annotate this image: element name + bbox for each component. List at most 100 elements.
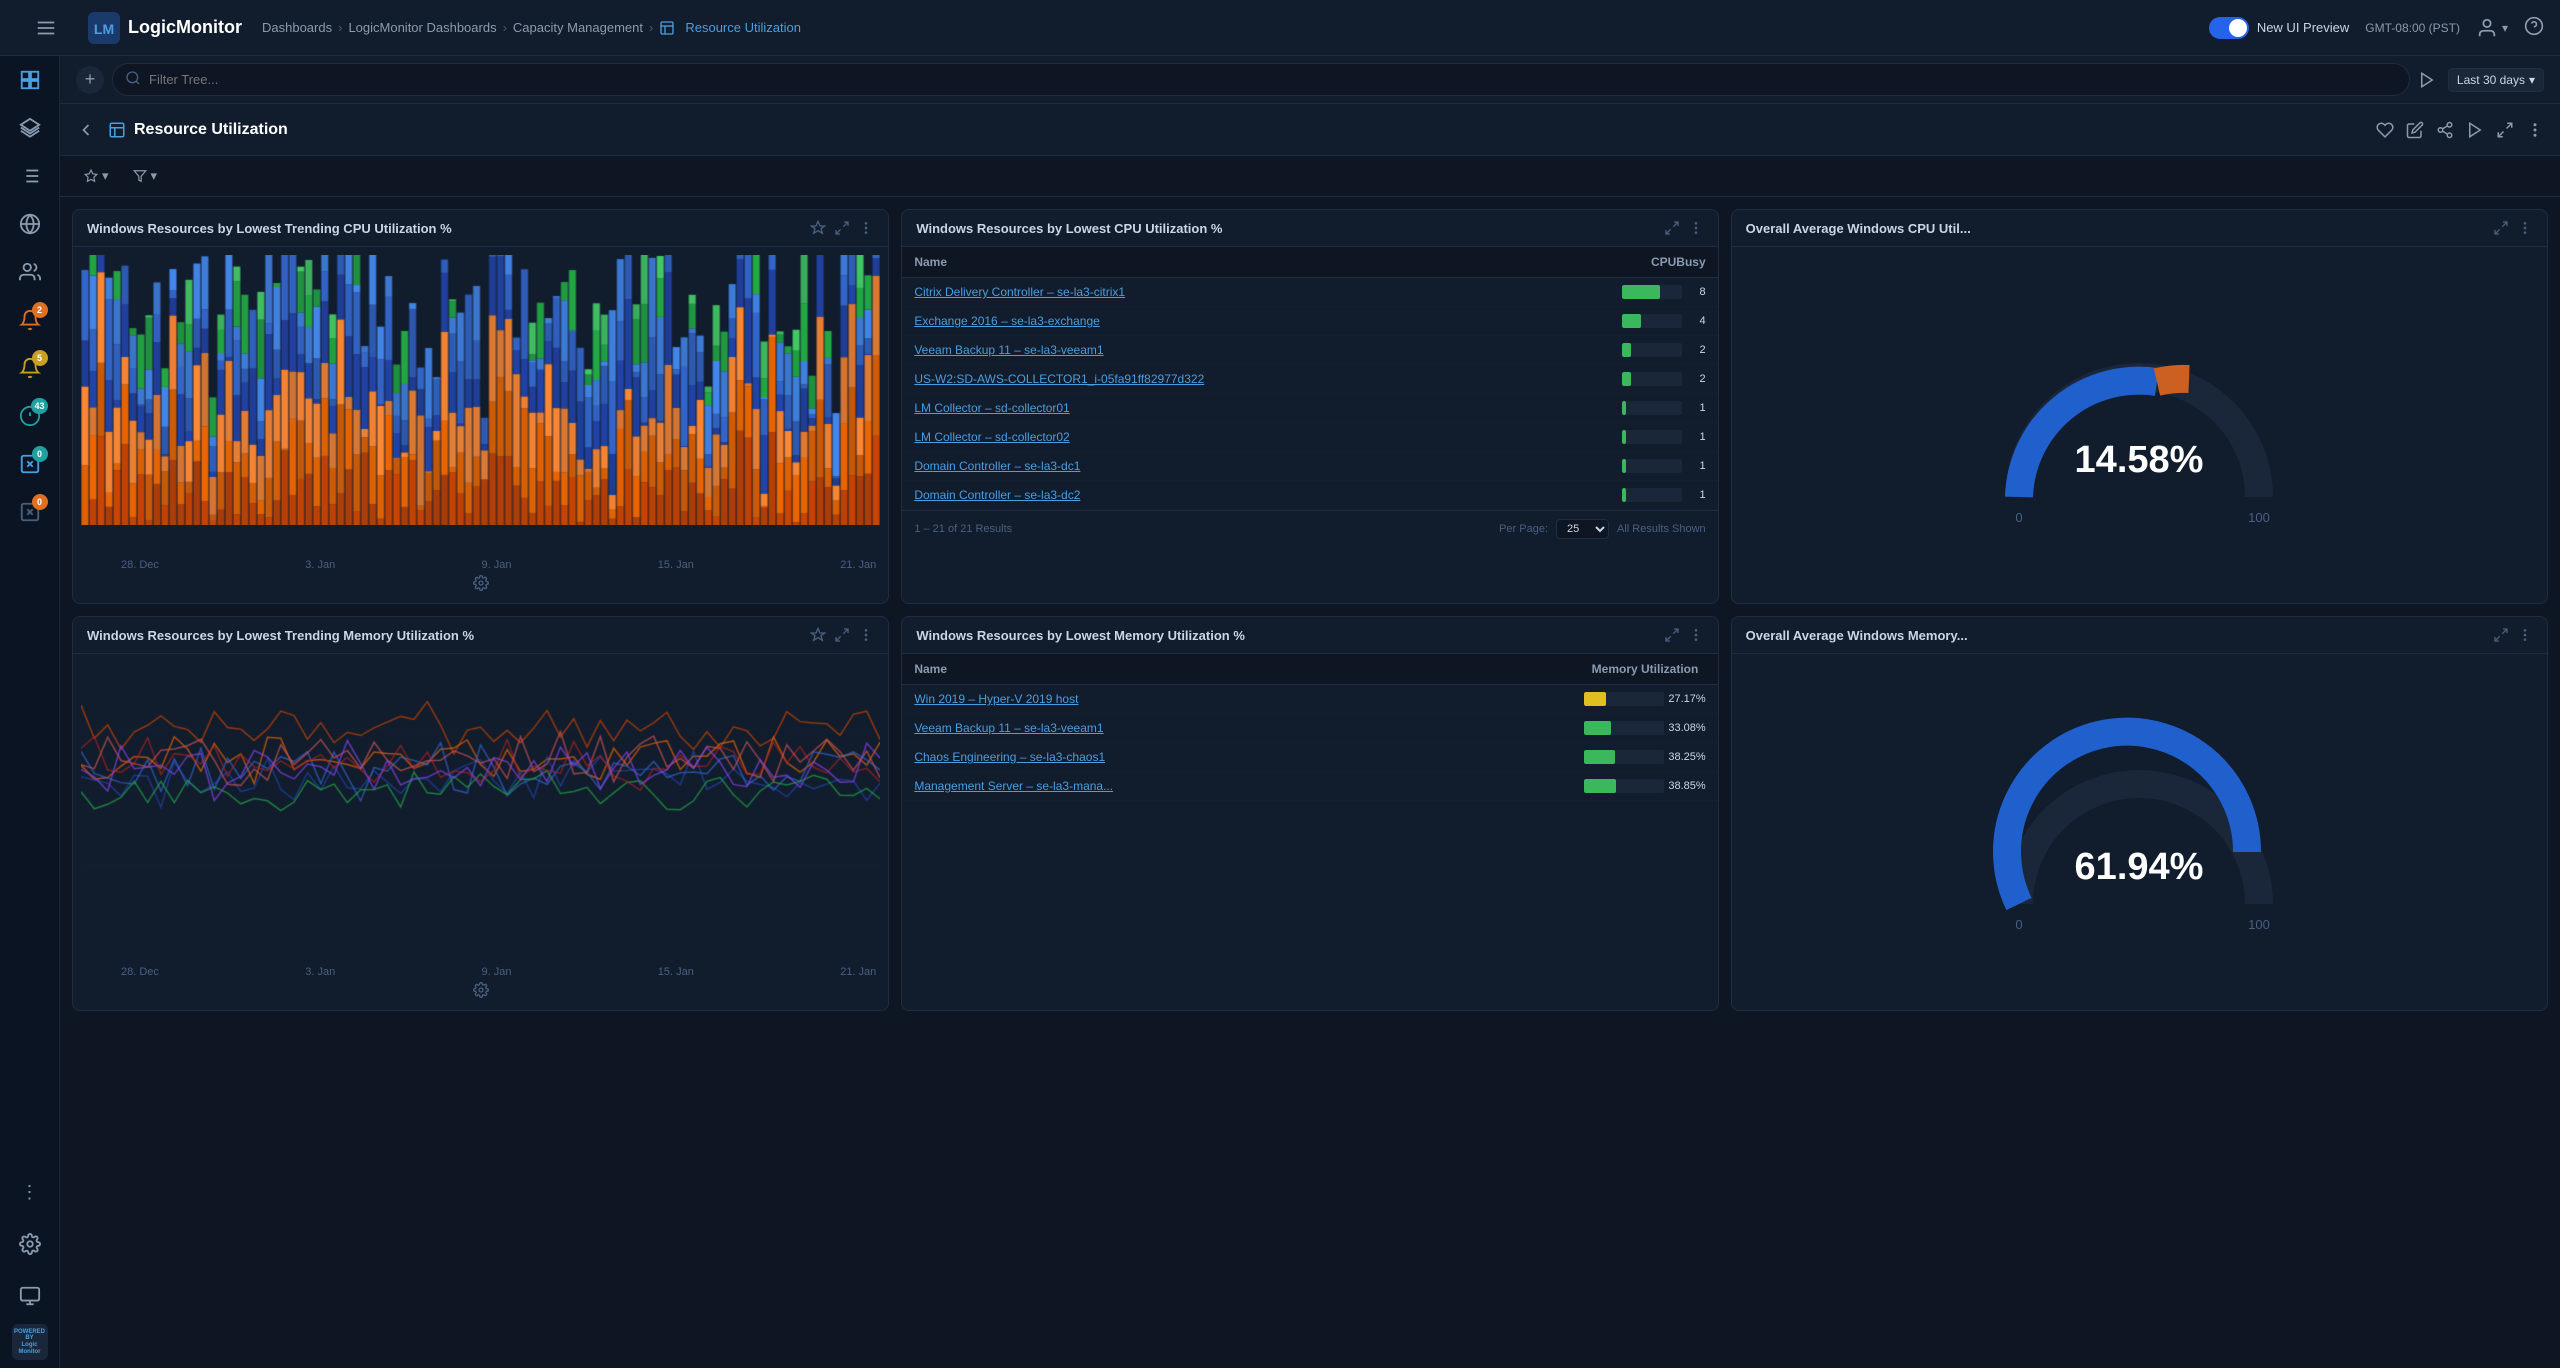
expand-icon[interactable]: [834, 220, 850, 236]
back-button[interactable]: [76, 120, 96, 140]
more-vert-icon5[interactable]: [1688, 627, 1704, 643]
cpu-chart-canvas: [81, 255, 880, 525]
cpu-chart-tools: [81, 571, 880, 595]
table-row: Veeam Backup 11 – se-la3-veeam133.08%: [902, 714, 1717, 743]
widget-cpu-table: Windows Resources by Lowest CPU Utilizat…: [901, 209, 1718, 604]
widget-mem-gauge-title: Overall Average Windows Memory...: [1746, 628, 2493, 643]
play-icon[interactable]: [2418, 71, 2436, 89]
mem-row-bar: 27.17%: [1572, 685, 1717, 714]
widget-cpu-trending-header: Windows Resources by Lowest Trending CPU…: [73, 210, 888, 247]
share-icon[interactable]: [2436, 121, 2454, 139]
sidebar-item-grid[interactable]: [10, 60, 50, 100]
mem-row-link[interactable]: Management Server – se-la3-mana...: [914, 779, 1113, 793]
breadcrumb: Dashboards › LogicMonitor Dashboards › C…: [262, 20, 801, 36]
more-vert-icon4[interactable]: [858, 627, 874, 643]
timezone-label: GMT-08:00 (PST): [2365, 21, 2460, 35]
sidebar-toggle[interactable]: [16, 17, 76, 39]
cpu-row-link[interactable]: Citrix Delivery Controller – se-la3-citr…: [914, 285, 1125, 299]
dashboard-grid: Windows Resources by Lowest Trending CPU…: [60, 197, 2560, 1023]
svg-text:61.94%: 61.94%: [2075, 846, 2204, 888]
more-vert-icon[interactable]: [858, 220, 874, 236]
cpu-row-link[interactable]: Exchange 2016 – se-la3-exchange: [914, 314, 1099, 328]
breadcrumb-capacity[interactable]: Capacity Management: [513, 20, 643, 35]
sidebar-item-layers[interactable]: [10, 108, 50, 148]
sidebar-item-alert-yellow[interactable]: 5: [10, 348, 50, 388]
more-icon[interactable]: [2526, 121, 2544, 139]
breadcrumb-dashboards[interactable]: Dashboards: [262, 20, 332, 35]
per-page-select[interactable]: 2550100: [1556, 519, 1609, 539]
sidebar-item-settings[interactable]: [10, 1224, 50, 1264]
widget-mem-gauge: Overall Average Windows Memory... 61.94%…: [1731, 616, 2548, 1011]
star-filter[interactable]: ▾: [76, 164, 117, 188]
pin-icon2[interactable]: [810, 627, 826, 643]
cpu-table-footer: 1 – 21 of 21 Results Per Page: 2550100 A…: [902, 510, 1717, 547]
topnav: LM LogicMonitor Dashboards › LogicMonito…: [0, 0, 2560, 56]
cpu-row-link[interactable]: Veeam Backup 11 – se-la3-veeam1: [914, 343, 1103, 357]
cpu-row-link[interactable]: Domain Controller – se-la3-dc1: [914, 459, 1080, 473]
svg-text:0: 0: [2016, 917, 2023, 932]
help-icon[interactable]: [2524, 16, 2544, 39]
svg-text:100: 100: [2248, 917, 2270, 932]
table-row: US-W2:SD-AWS-COLLECTOR1_i-05fa91ff82977d…: [902, 365, 1717, 394]
sidebar-item-monitor[interactable]: [10, 1276, 50, 1316]
edit-icon[interactable]: [2406, 121, 2424, 139]
widget-cpu-trending-actions: [810, 220, 874, 236]
pin-icon[interactable]: [810, 220, 826, 236]
table-row: Domain Controller – se-la3-dc1 1: [902, 452, 1717, 481]
fullscreen-icon[interactable]: [2496, 121, 2514, 139]
sidebar-item-users[interactable]: [10, 252, 50, 292]
cpu-table: Name CPUBusy Citrix Delivery Controller …: [902, 247, 1717, 510]
cpu-row-link[interactable]: LM Collector – sd-collector02: [914, 430, 1069, 444]
widget-mem-table-actions: [1664, 627, 1704, 643]
more-vert-icon3[interactable]: [2517, 220, 2533, 236]
topbar-right-icons: Last 30 days ▾: [2418, 68, 2544, 92]
sidebar-item-list[interactable]: [10, 156, 50, 196]
mem-chart-tools: [81, 978, 880, 1002]
cpu-row-link[interactable]: LM Collector – sd-collector01: [914, 401, 1069, 415]
mem-x-labels: 28. Dec 3. Jan 9. Jan 15. Jan 21. Jan: [81, 962, 880, 978]
settings-icon2[interactable]: [473, 982, 489, 998]
expand-icon3[interactable]: [2493, 220, 2509, 236]
cpu-row-bar: 1: [1610, 452, 1718, 481]
action-bar: + Last 30 days ▾: [60, 56, 2560, 104]
filter-btn[interactable]: ▾: [125, 164, 166, 188]
lm-powered-logo: POWERED BYLogicMonitor: [12, 1324, 48, 1360]
play-icon2[interactable]: [2466, 121, 2484, 139]
mem-chart-canvas: [81, 662, 880, 932]
sidebar-item-alert-teal[interactable]: 43: [10, 396, 50, 436]
widget-mem-table-header: Windows Resources by Lowest Memory Utili…: [902, 617, 1717, 654]
table-row: Citrix Delivery Controller – se-la3-citr…: [902, 278, 1717, 307]
widget-mem-trending: Windows Resources by Lowest Trending Mem…: [72, 616, 889, 1011]
mem-row-link[interactable]: Veeam Backup 11 – se-la3-veeam1: [914, 721, 1103, 735]
mem-row-link[interactable]: Chaos Engineering – se-la3-chaos1: [914, 750, 1105, 764]
cpu-row-link[interactable]: Domain Controller – se-la3-dc2: [914, 488, 1080, 502]
expand-icon2[interactable]: [1664, 220, 1680, 236]
add-button[interactable]: +: [76, 66, 104, 94]
search-input[interactable]: [149, 72, 2397, 87]
table-row: Win 2019 – Hyper-V 2019 host 27.17%: [902, 685, 1717, 714]
user-avatar[interactable]: ▾: [2476, 17, 2508, 39]
sidebar-item-alert-0a[interactable]: 0: [10, 444, 50, 484]
sidebar-item-alert-0b[interactable]: 0: [10, 492, 50, 532]
widget-cpu-gauge: Overall Average Windows CPU Util... 14.5…: [1731, 209, 2548, 604]
sidebar-item-alert-orange[interactable]: 2: [10, 300, 50, 340]
expand-icon6[interactable]: [2493, 627, 2509, 643]
new-ui-toggle[interactable]: [2209, 17, 2249, 39]
settings-icon[interactable]: [473, 575, 489, 591]
sidebar-item-more[interactable]: ⋮: [10, 1172, 50, 1212]
sidebar-item-globe[interactable]: [10, 204, 50, 244]
mem-row-link[interactable]: Win 2019 – Hyper-V 2019 host: [914, 692, 1078, 706]
expand-icon5[interactable]: [1664, 627, 1680, 643]
widget-mem-gauge-actions: [2493, 627, 2533, 643]
more-vert-icon2[interactable]: [1688, 220, 1704, 236]
cpu-row-link[interactable]: US-W2:SD-AWS-COLLECTOR1_i-05fa91ff82977d…: [914, 372, 1204, 386]
expand-icon4[interactable]: [834, 627, 850, 643]
svg-text:LM: LM: [94, 21, 114, 37]
breadcrumb-lm-dashboards[interactable]: LogicMonitor Dashboards: [348, 20, 496, 35]
table-row: Exchange 2016 – se-la3-exchange4: [902, 307, 1717, 336]
favorite-icon[interactable]: [2376, 121, 2394, 139]
secnav-right: [2376, 121, 2544, 139]
time-range-select[interactable]: Last 30 days ▾: [2448, 68, 2544, 92]
new-ui-toggle-wrap[interactable]: New UI Preview: [2209, 17, 2349, 39]
more-vert-icon6[interactable]: [2517, 627, 2533, 643]
